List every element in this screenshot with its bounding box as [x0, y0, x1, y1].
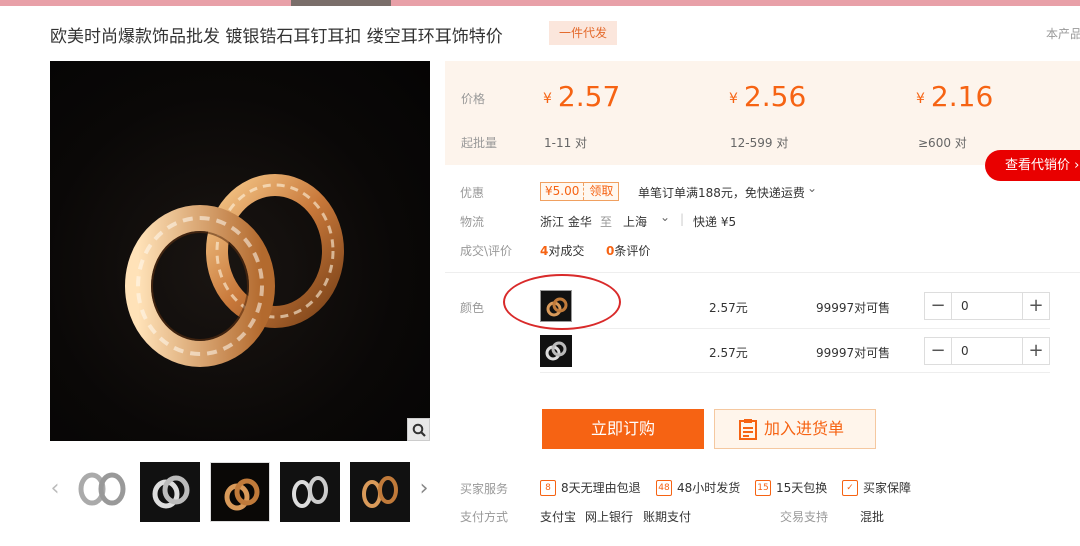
service-text: 买家保障 — [863, 481, 912, 495]
payment-label: 支付方式 — [460, 510, 509, 524]
thumbnail-image — [224, 478, 260, 511]
service-text: 15天包换 — [776, 481, 828, 495]
service-item-48h-ship[interactable]: 48 48小时发货 — [656, 479, 740, 496]
clipboard-icon — [739, 419, 757, 440]
service-item-15day-exchange[interactable]: 15 15天包换 — [755, 479, 827, 496]
sku-1-stock: 99997对可售 — [816, 301, 891, 315]
sku-divider — [540, 372, 1050, 373]
promo-label: 优惠 — [460, 186, 485, 200]
sku-1-quantity-input[interactable]: 0 — [952, 293, 1022, 319]
payment-method-alipay: 支付宝 — [540, 510, 577, 524]
qty-range-3: ≥600 对 — [918, 136, 967, 150]
price-label: 价格 — [461, 92, 486, 106]
zoom-button[interactable] — [407, 418, 430, 441]
view-agent-price-button[interactable]: 查看代销价 › — [985, 150, 1080, 181]
sku-2-quantity-stepper[interactable]: − 0 + — [924, 337, 1050, 365]
deal-count-text: 对成交 — [548, 244, 585, 258]
logistics-express-fee: 快递 ¥5 — [693, 215, 737, 229]
shield-icon: ✓ — [842, 479, 858, 496]
buy-now-button[interactable]: 立即订购 — [542, 409, 704, 449]
thumbnail-image — [362, 476, 398, 508]
increment-button[interactable]: + — [1022, 338, 1049, 364]
highlight-annotation-circle — [503, 274, 621, 330]
price-tier-1-value: 2.57 — [557, 80, 621, 113]
color-label: 颜色 — [460, 301, 485, 315]
return-badge-icon: 8 — [540, 479, 556, 496]
product-title: 欧美时尚爆款饰品批发 镀银锆石耳钉耳扣 缕空耳环耳饰特价 — [50, 27, 503, 47]
service-text: 48小时发货 — [677, 481, 741, 495]
top-bar-active-segment — [291, 0, 391, 6]
sku-1-price: 2.57元 — [709, 301, 748, 315]
magnifier-icon — [412, 423, 426, 437]
deals-label: 成交\评价 — [460, 244, 513, 258]
divider — [445, 272, 1080, 273]
add-to-cart-button[interactable]: 加入进货单 — [714, 409, 876, 449]
title-right-text[interactable]: 本产品 — [1046, 25, 1080, 42]
logistics-label: 物流 — [460, 215, 485, 229]
promo-text: 单笔订单满188元，免快递运费 — [638, 186, 805, 200]
review-count[interactable]: 0条评价 — [606, 242, 650, 259]
qty-range-1: 1-11 对 — [544, 136, 588, 150]
deal-count[interactable]: 4对成交 — [540, 242, 584, 259]
decrement-button[interactable]: − — [925, 338, 952, 364]
earring-illustration — [125, 174, 344, 367]
thumbnail-image — [292, 476, 328, 508]
thumbnail-image — [78, 472, 126, 506]
add-to-cart-label: 加入进货单 — [764, 419, 845, 438]
price-tier-2: ¥2.56 — [729, 80, 806, 113]
dropship-badge[interactable]: 一件代发 — [549, 21, 617, 45]
currency-symbol: ¥ — [729, 91, 738, 107]
thumb-next-arrow[interactable]: › — [417, 478, 431, 500]
logistics-from: 浙江 金华 — [540, 215, 592, 229]
coupon-get-button[interactable]: 领取 — [584, 183, 618, 200]
logistics-separator: | — [680, 212, 685, 226]
price-tier-2-value: 2.56 — [743, 80, 807, 113]
payment-method-online-bank: 网上银行 — [585, 510, 634, 524]
review-count-text: 条评价 — [614, 244, 651, 258]
trade-support-value: 混批 — [860, 510, 885, 524]
thumb-prev-arrow[interactable]: ‹ — [48, 478, 62, 500]
coupon-badge[interactable]: ¥5.00 领取 — [540, 182, 620, 201]
sku-1-quantity-stepper[interactable]: − 0 + — [924, 292, 1050, 320]
sku-2-quantity-input[interactable]: 0 — [952, 338, 1022, 364]
sku-divider — [540, 328, 1050, 329]
price-tier-3: ¥2.16 — [916, 80, 993, 113]
service-item-buyer-protection[interactable]: ✓ 买家保障 — [842, 479, 911, 496]
sku-2-price: 2.57元 — [709, 346, 748, 360]
thumbnail-image — [152, 475, 190, 509]
currency-symbol: ¥ — [543, 91, 552, 107]
buyer-service-label: 买家服务 — [460, 482, 509, 496]
logistics-destination[interactable]: 上海 — [623, 213, 647, 230]
thumbnail-4[interactable] — [280, 462, 340, 522]
main-product-image[interactable] — [50, 61, 430, 441]
thumbnail-1[interactable] — [70, 462, 130, 522]
thumbnail-3[interactable] — [210, 462, 270, 522]
thumbnail-2[interactable] — [140, 462, 200, 522]
sku-image — [545, 341, 567, 361]
coupon-amount: ¥5.00 — [541, 183, 585, 200]
logistics-to-word: 至 — [600, 215, 613, 229]
service-item-8day-return[interactable]: 8 8天无理由包退 — [540, 479, 641, 496]
top-accent-bar — [0, 0, 1080, 6]
price-tier-1: ¥2.57 — [543, 80, 620, 113]
thumbnail-5[interactable] — [350, 462, 410, 522]
payment-method-credit-term: 账期支付 — [643, 510, 692, 524]
exchange-badge-icon: 15 — [755, 479, 771, 496]
increment-button[interactable]: + — [1022, 293, 1049, 319]
currency-symbol: ¥ — [916, 91, 925, 107]
trade-support-label: 交易支持 — [780, 510, 829, 524]
service-text: 8天无理由包退 — [561, 481, 641, 495]
price-tier-3-value: 2.16 — [930, 80, 994, 113]
qty-range-2: 12-599 对 — [730, 136, 789, 150]
sku-thumb-silver[interactable] — [540, 335, 572, 367]
min-qty-label: 起批量 — [461, 136, 498, 150]
sku-2-stock: 99997对可售 — [816, 346, 891, 360]
decrement-button[interactable]: − — [925, 293, 952, 319]
shipping-badge-icon: 48 — [656, 479, 672, 496]
promo-chevron-icon[interactable]: ⌄ — [807, 181, 817, 195]
destination-chevron-icon[interactable]: ⌄ — [660, 210, 670, 224]
